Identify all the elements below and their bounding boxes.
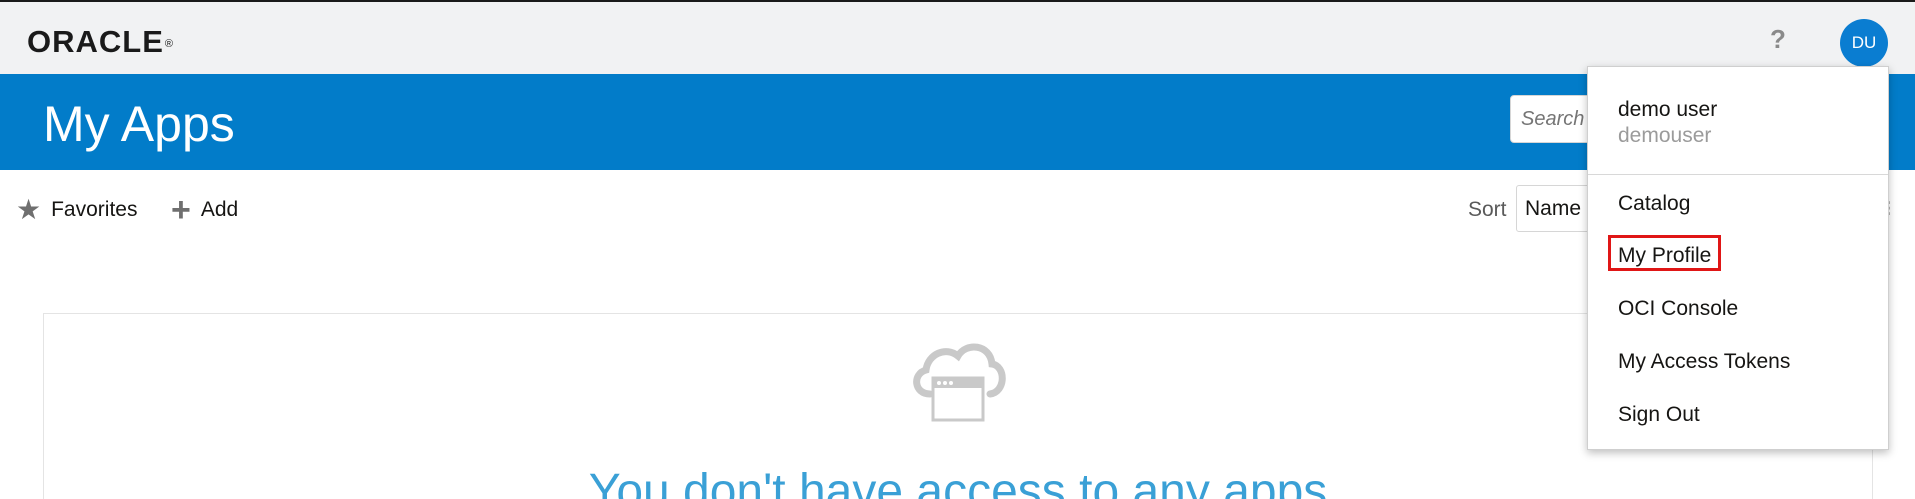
menu-item-my-profile[interactable]: My Profile: [1618, 243, 1711, 269]
menu-item-catalog[interactable]: Catalog: [1618, 191, 1690, 217]
menu-item-my-access-tokens[interactable]: My Access Tokens: [1618, 349, 1790, 375]
menu-item-oci-console[interactable]: OCI Console: [1618, 296, 1738, 322]
logo-text: ORACLE: [27, 24, 164, 59]
registered-mark: ®: [164, 38, 174, 50]
plus-icon: +: [171, 191, 191, 229]
page-title: My Apps: [43, 96, 235, 152]
add-label: Add: [200, 198, 239, 221]
top-header-bar: ORACLE® ? DU: [0, 0, 1915, 74]
user-avatar-button[interactable]: DU: [1840, 19, 1888, 67]
my-apps-page: ORACLE® ? DU My Apps ★ Favorites + Add S…: [0, 0, 1915, 499]
menu-item-sign-out[interactable]: Sign Out: [1618, 402, 1700, 428]
add-button[interactable]: + Add: [171, 192, 238, 228]
favorites-button[interactable]: ★ Favorites: [16, 192, 137, 228]
user-username: demouser: [1618, 124, 1712, 147]
favorites-label: Favorites: [51, 198, 138, 221]
menu-user-info: demo user demouser: [1618, 97, 1717, 149]
help-icon[interactable]: ?: [1770, 24, 1786, 54]
cloud-app-icon: [913, 343, 1006, 422]
oracle-logo[interactable]: ORACLE®: [27, 24, 174, 60]
user-display-name: demo user: [1618, 98, 1718, 121]
menu-divider: [1588, 174, 1888, 175]
empty-state-message: You don't have access to any apps: [588, 465, 1328, 499]
user-menu-dropdown: demo user demouser Catalog My Profile OC…: [1587, 66, 1889, 450]
sort-label: Sort: [1468, 198, 1507, 221]
star-icon: ★: [16, 194, 42, 225]
